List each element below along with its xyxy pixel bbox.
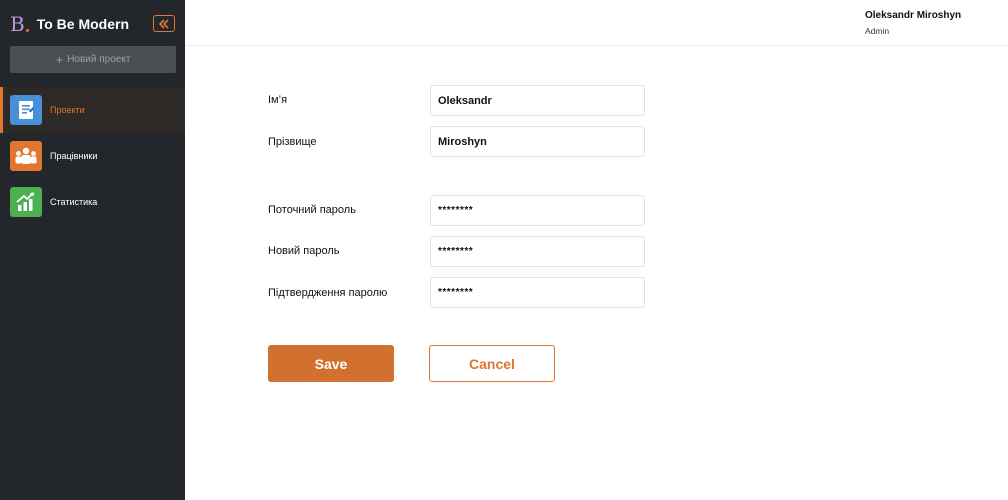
brand-logo: B [10, 12, 29, 36]
user-name[interactable]: Oleksandr Miroshyn [865, 10, 961, 21]
confirm-password-label: Підтвердження паролю [268, 287, 388, 299]
user-role: Admin [865, 26, 890, 36]
new-project-button[interactable]: + Новий проект [10, 46, 176, 73]
first-name-label: Ім’я [268, 94, 288, 106]
confirm-password-field[interactable] [430, 277, 645, 308]
new-password-field[interactable] [430, 236, 645, 267]
chart-icon [10, 187, 42, 217]
first-name-field[interactable] [430, 85, 645, 116]
plus-icon: + [55, 52, 64, 67]
current-password-label: Поточний пароль [268, 204, 356, 216]
cancel-button[interactable]: Cancel [429, 345, 555, 382]
sidebar-item-label: Статистика [50, 197, 98, 207]
sidebar: B To Be Modern + Новий проект Проекти Пр… [0, 0, 185, 500]
new-project-label: Новий проект [67, 54, 131, 65]
brand-logo-letter: B [10, 12, 25, 36]
sidebar-item-employees[interactable]: Працівники [0, 133, 185, 179]
collapse-sidebar-button[interactable] [153, 15, 175, 32]
last-name-field[interactable] [430, 126, 645, 157]
brand[interactable]: B To Be Modern [10, 12, 129, 36]
last-name-label: Прізвище [268, 136, 317, 148]
sidebar-item-projects[interactable]: Проекти [0, 87, 185, 133]
new-password-label: Новий пароль [268, 245, 340, 257]
document-icon [10, 95, 42, 125]
current-password-field[interactable] [430, 195, 645, 226]
save-button[interactable]: Save [268, 345, 394, 382]
sidebar-item-label: Працівники [50, 151, 98, 161]
sidebar-item-label: Проекти [50, 105, 85, 115]
brand-title: To Be Modern [36, 16, 129, 32]
team-icon [10, 141, 42, 171]
sidebar-item-statistics[interactable]: Статистика [0, 179, 185, 225]
double-chevron-left-icon [158, 18, 169, 29]
top-header: Oleksandr Miroshyn Admin [185, 0, 1008, 46]
